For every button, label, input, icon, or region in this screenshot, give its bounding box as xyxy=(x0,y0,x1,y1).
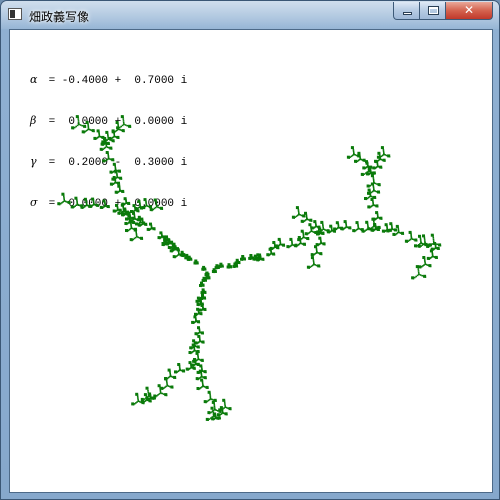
minimize-button[interactable] xyxy=(393,2,420,20)
app-window: 畑政義写像 ✕ α = -0.4000 + 0.7000 i β = 0.000… xyxy=(0,0,500,500)
title-bar[interactable]: 畑政義写像 ✕ xyxy=(1,1,499,29)
canvas-area: α = -0.4000 + 0.7000 i β = 0.0000 + 0.00… xyxy=(9,29,493,493)
maximize-icon xyxy=(428,6,439,15)
close-button[interactable]: ✕ xyxy=(445,2,493,20)
window-title: 畑政義写像 xyxy=(29,10,90,24)
fractal-plot xyxy=(57,115,442,421)
fractal-points xyxy=(57,115,442,421)
close-icon: ✕ xyxy=(463,3,475,17)
app-icon[interactable] xyxy=(8,8,22,20)
minimize-icon xyxy=(403,12,412,15)
maximize-button[interactable] xyxy=(419,2,446,20)
